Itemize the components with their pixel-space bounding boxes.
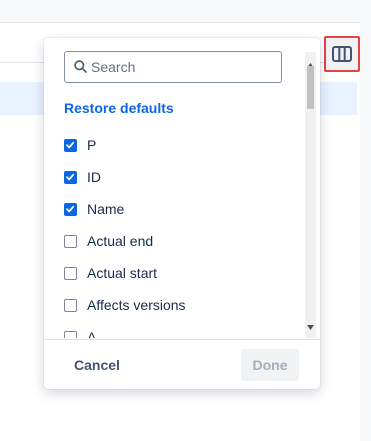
column-option-label: ID [87, 169, 101, 185]
checkmark-icon [66, 141, 75, 148]
columns-icon [332, 46, 352, 62]
restore-defaults-link[interactable]: Restore defaults [64, 100, 174, 116]
column-option-affects-versions[interactable]: Affects versions [64, 293, 294, 317]
search-input[interactable] [91, 52, 279, 82]
checkbox-unchecked[interactable] [64, 234, 77, 248]
scroll-down-arrow-icon[interactable] [307, 317, 314, 335]
column-option-label: A [87, 329, 97, 338]
search-icon [74, 60, 87, 78]
checkbox-unchecked[interactable] [64, 298, 77, 312]
checkbox-checked[interactable] [64, 170, 77, 184]
column-picker-toggle-button[interactable] [324, 36, 360, 72]
column-option-actual-end[interactable]: Actual end [64, 229, 294, 253]
column-option-label: Affects versions [87, 297, 186, 313]
cancel-button[interactable]: Cancel [64, 349, 130, 381]
done-button[interactable]: Done [241, 349, 299, 381]
checkbox-checked[interactable] [64, 138, 77, 152]
column-option-a[interactable]: A [64, 325, 294, 338]
column-picker-popup: Restore defaults P ID Na [44, 38, 320, 389]
column-option-p[interactable]: P [64, 133, 294, 157]
column-option-actual-start[interactable]: Actual start [64, 261, 294, 285]
column-option-name[interactable]: Name [64, 197, 294, 221]
column-list: P ID Name Actual end Actual start Affect… [44, 133, 302, 338]
checkmark-icon [66, 205, 75, 212]
column-option-label: Actual start [87, 265, 158, 281]
column-option-id[interactable]: ID [64, 165, 294, 189]
checkbox-checked[interactable] [64, 202, 77, 216]
column-option-label: P [87, 137, 97, 153]
checkbox-unchecked[interactable] [64, 266, 77, 280]
checkmark-icon [66, 173, 75, 180]
checkbox-unchecked[interactable] [64, 330, 77, 338]
footer-divider [44, 339, 320, 340]
column-option-label: Name [87, 201, 125, 217]
column-option-label: Actual end [87, 233, 154, 249]
search-field[interactable] [64, 51, 282, 83]
column-list-scrollbar[interactable] [305, 52, 316, 338]
scrollbar-thumb[interactable] [307, 66, 314, 109]
